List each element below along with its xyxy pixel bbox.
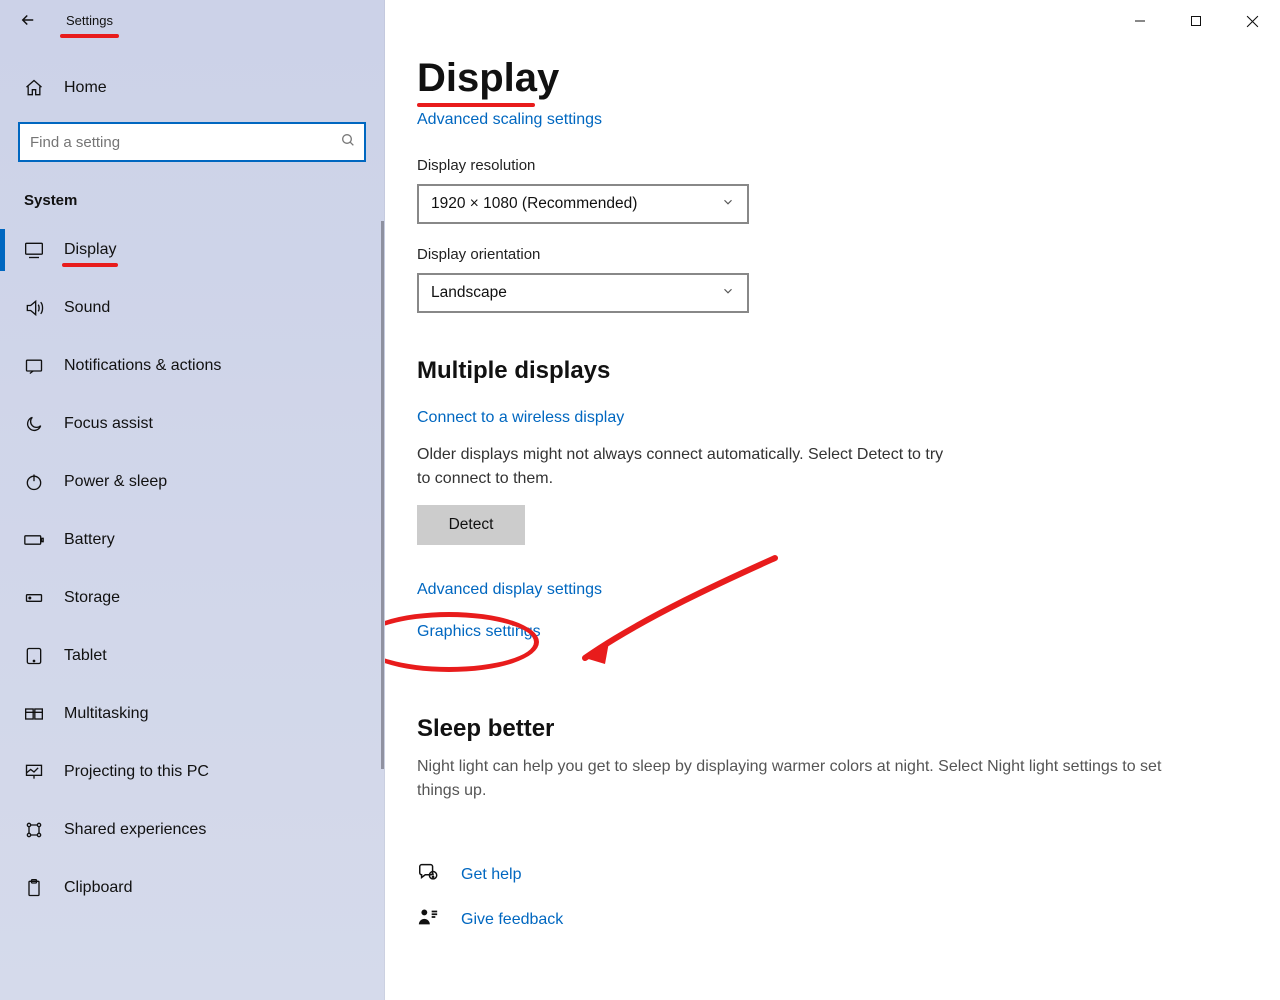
search-input[interactable] bbox=[30, 134, 340, 151]
power-icon bbox=[24, 472, 44, 492]
projecting-icon bbox=[24, 762, 44, 782]
sleep-description: Night light can help you get to sleep by… bbox=[417, 755, 1177, 803]
help-icon bbox=[417, 861, 439, 888]
battery-icon bbox=[24, 530, 44, 550]
detect-button[interactable]: Detect bbox=[417, 505, 525, 545]
clipboard-icon bbox=[24, 878, 44, 898]
sidebar-item-battery[interactable]: Battery bbox=[0, 511, 384, 569]
sidebar-item-label: Shared experiences bbox=[64, 821, 206, 839]
minimize-button[interactable] bbox=[1112, 2, 1168, 40]
chevron-down-icon bbox=[721, 284, 735, 303]
app-title: Settings bbox=[66, 13, 113, 28]
notifications-icon bbox=[24, 356, 44, 376]
page-title: Display bbox=[417, 56, 559, 101]
sidebar-item-label: Storage bbox=[64, 589, 120, 607]
advanced-scaling-link[interactable]: Advanced scaling settings bbox=[417, 111, 602, 129]
back-icon[interactable] bbox=[18, 10, 38, 30]
resolution-label: Display resolution bbox=[417, 157, 1187, 174]
main-panel: Display Advanced scaling settings Displa… bbox=[385, 0, 1280, 1000]
sidebar-item-label: Power & sleep bbox=[64, 473, 167, 491]
feedback-icon bbox=[417, 906, 439, 933]
multiple-displays-header: Multiple displays bbox=[417, 357, 1187, 385]
sidebar-item-label: Tablet bbox=[64, 647, 107, 665]
sidebar-item-label: Multitasking bbox=[64, 705, 148, 723]
home-icon bbox=[24, 78, 44, 98]
sidebar-item-home[interactable]: Home bbox=[0, 64, 384, 112]
sidebar-item-storage[interactable]: Storage bbox=[0, 569, 384, 627]
sidebar-item-label: Display bbox=[64, 241, 116, 259]
resolution-value: 1920 × 1080 (Recommended) bbox=[431, 195, 637, 213]
storage-icon bbox=[24, 588, 44, 608]
sidebar-item-sound[interactable]: Sound bbox=[0, 279, 384, 337]
sidebar-item-focus-assist[interactable]: Focus assist bbox=[0, 395, 384, 453]
shared-icon bbox=[24, 820, 44, 840]
multitasking-icon bbox=[24, 704, 44, 724]
tablet-icon bbox=[24, 646, 44, 666]
search-box[interactable] bbox=[18, 122, 366, 162]
sidebar-item-multitasking[interactable]: Multitasking bbox=[0, 685, 384, 743]
sidebar-item-projecting[interactable]: Projecting to this PC bbox=[0, 743, 384, 801]
orientation-value: Landscape bbox=[431, 284, 507, 302]
sidebar-nav-list: Display Sound Notifications & actions Fo… bbox=[0, 221, 384, 1000]
chevron-down-icon bbox=[721, 195, 735, 214]
resolution-select[interactable]: 1920 × 1080 (Recommended) bbox=[417, 184, 749, 224]
wireless-display-link[interactable]: Connect to a wireless display bbox=[417, 409, 624, 427]
orientation-label: Display orientation bbox=[417, 246, 1187, 263]
sidebar-item-label: Projecting to this PC bbox=[64, 763, 209, 781]
sleep-better-header: Sleep better bbox=[417, 715, 1187, 743]
sidebar-item-shared-experiences[interactable]: Shared experiences bbox=[0, 801, 384, 859]
advanced-display-link[interactable]: Advanced display settings bbox=[417, 581, 602, 599]
sidebar-item-power-sleep[interactable]: Power & sleep bbox=[0, 453, 384, 511]
monitor-icon bbox=[24, 240, 44, 260]
title-bar: Settings bbox=[0, 0, 384, 40]
search-icon bbox=[340, 132, 356, 152]
sidebar-item-label: Clipboard bbox=[64, 879, 132, 897]
sidebar-item-label: Notifications & actions bbox=[64, 357, 221, 375]
sidebar-item-label: Focus assist bbox=[64, 415, 153, 433]
maximize-button[interactable] bbox=[1168, 2, 1224, 40]
sidebar-item-clipboard[interactable]: Clipboard bbox=[0, 859, 384, 917]
sidebar-home-label: Home bbox=[64, 79, 107, 97]
sound-icon bbox=[24, 298, 44, 318]
sidebar-item-notifications[interactable]: Notifications & actions bbox=[0, 337, 384, 395]
detect-description: Older displays might not always connect … bbox=[417, 443, 957, 491]
moon-icon bbox=[24, 414, 44, 434]
orientation-select[interactable]: Landscape bbox=[417, 273, 749, 313]
sidebar-item-display[interactable]: Display bbox=[0, 221, 384, 279]
get-help-link[interactable]: Get help bbox=[461, 866, 521, 884]
window-controls bbox=[1112, 2, 1280, 40]
give-feedback-link[interactable]: Give feedback bbox=[461, 911, 563, 929]
sidebar: Settings Home System Display bbox=[0, 0, 385, 1000]
sidebar-item-label: Battery bbox=[64, 531, 115, 549]
sidebar-item-tablet[interactable]: Tablet bbox=[0, 627, 384, 685]
sidebar-section-system: System bbox=[0, 162, 384, 221]
graphics-settings-link[interactable]: Graphics settings bbox=[417, 623, 541, 641]
close-button[interactable] bbox=[1224, 2, 1280, 40]
sidebar-item-label: Sound bbox=[64, 299, 110, 317]
